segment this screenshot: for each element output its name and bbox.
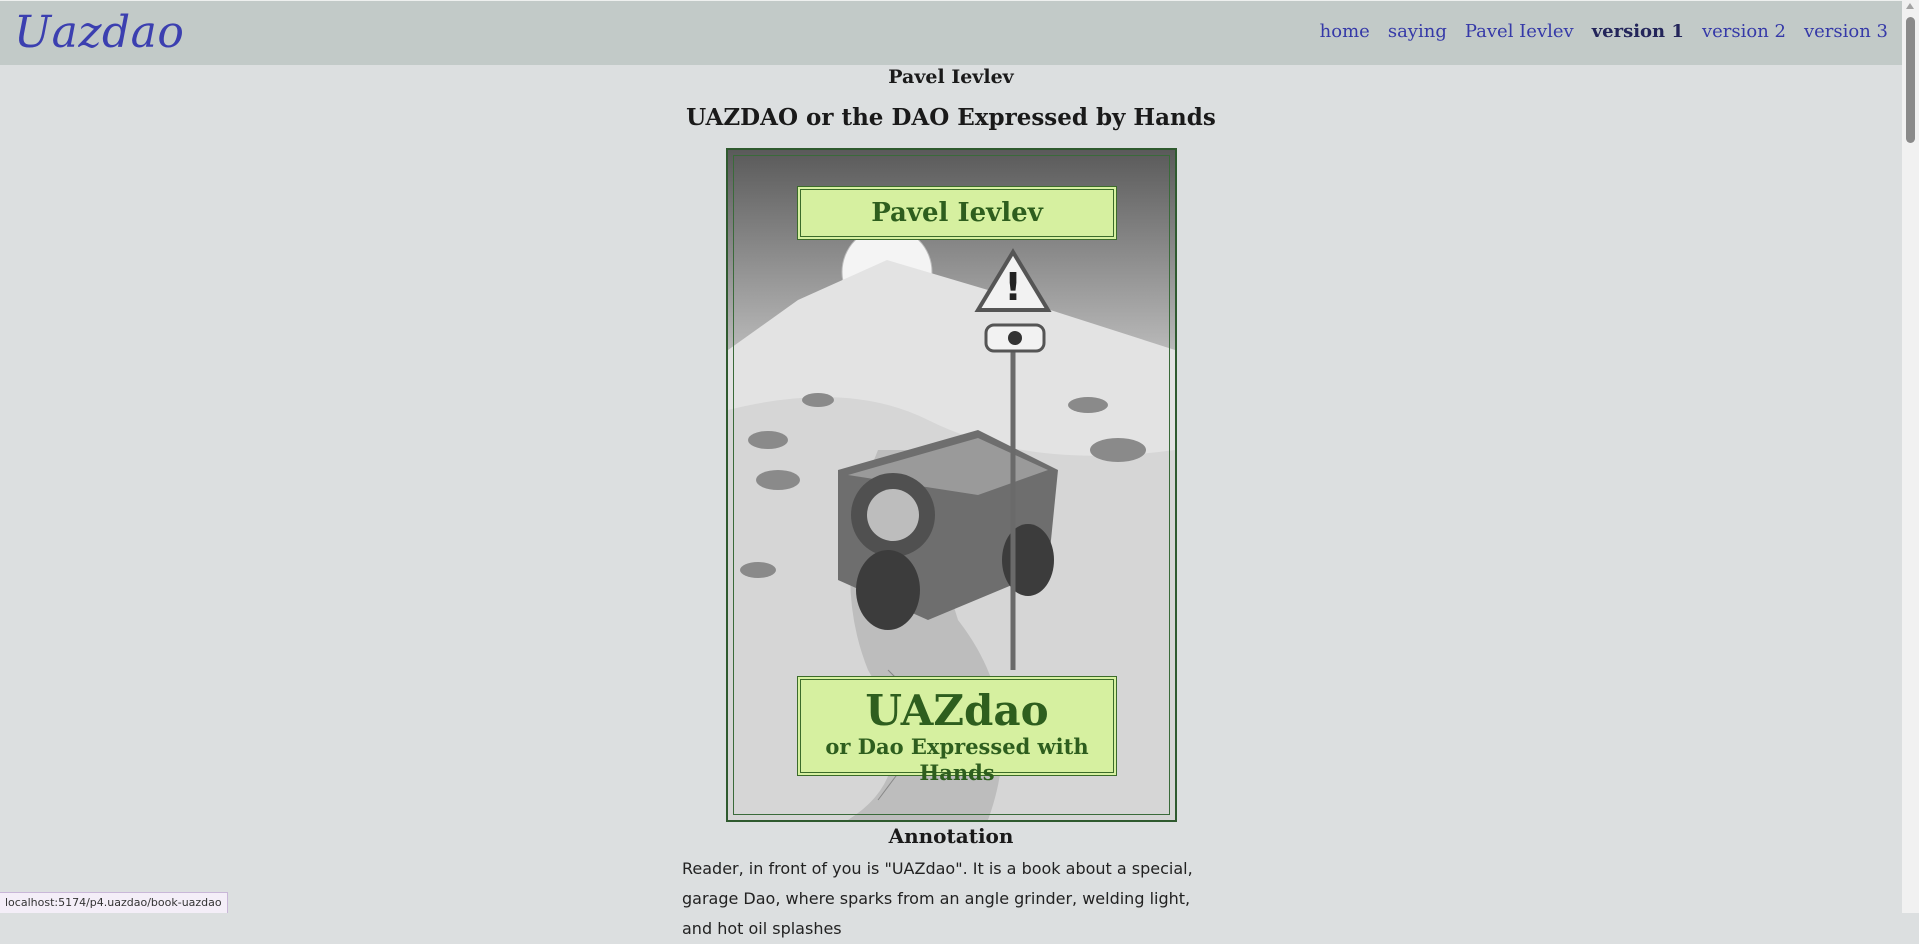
scrollbar-thumb[interactable] (1906, 17, 1915, 143)
nav-link-version-3[interactable]: version 3 (1804, 21, 1888, 42)
status-bar-url: localhost:5174/p4.uazdao/book-uazdao (0, 892, 228, 913)
scroll-up-arrow-icon[interactable] (1906, 3, 1914, 9)
top-navbar: Uazdao home saying Pavel Ievlev version … (0, 0, 1902, 65)
nav-link-version-1[interactable]: version 1 (1592, 21, 1684, 42)
cover-title: UAZdao (865, 686, 1049, 735)
vertical-scrollbar[interactable] (1902, 0, 1919, 913)
nav-link-pavel-ievlev[interactable]: Pavel Ievlev (1465, 21, 1574, 42)
cover-title-plate: UAZdao or Dao Expressed with Hands (797, 676, 1117, 785)
nav-link-home[interactable]: home (1320, 21, 1370, 42)
annotation-heading: Annotation (888, 824, 1014, 848)
cover-subtitle: or Dao Expressed with Hands (825, 734, 1089, 785)
page-author: Pavel Ievlev (888, 66, 1014, 88)
page-title: UAZDAO or the DAO Expressed by Hands (686, 104, 1216, 131)
book-cover-image: ! Pavel Ievlev UAZdao or Dao Expressed w… (726, 148, 1177, 822)
cover-author-plate: Pavel Ievlev (797, 186, 1117, 240)
nav-link-saying[interactable]: saying (1388, 21, 1447, 42)
site-logo[interactable]: Uazdao (14, 7, 184, 58)
main-nav: home saying Pavel Ievlev version 1 versi… (1320, 21, 1888, 42)
annotation-text: Reader, in front of you is "UAZdao". It … (682, 859, 1193, 938)
nav-link-version-2[interactable]: version 2 (1702, 21, 1786, 42)
